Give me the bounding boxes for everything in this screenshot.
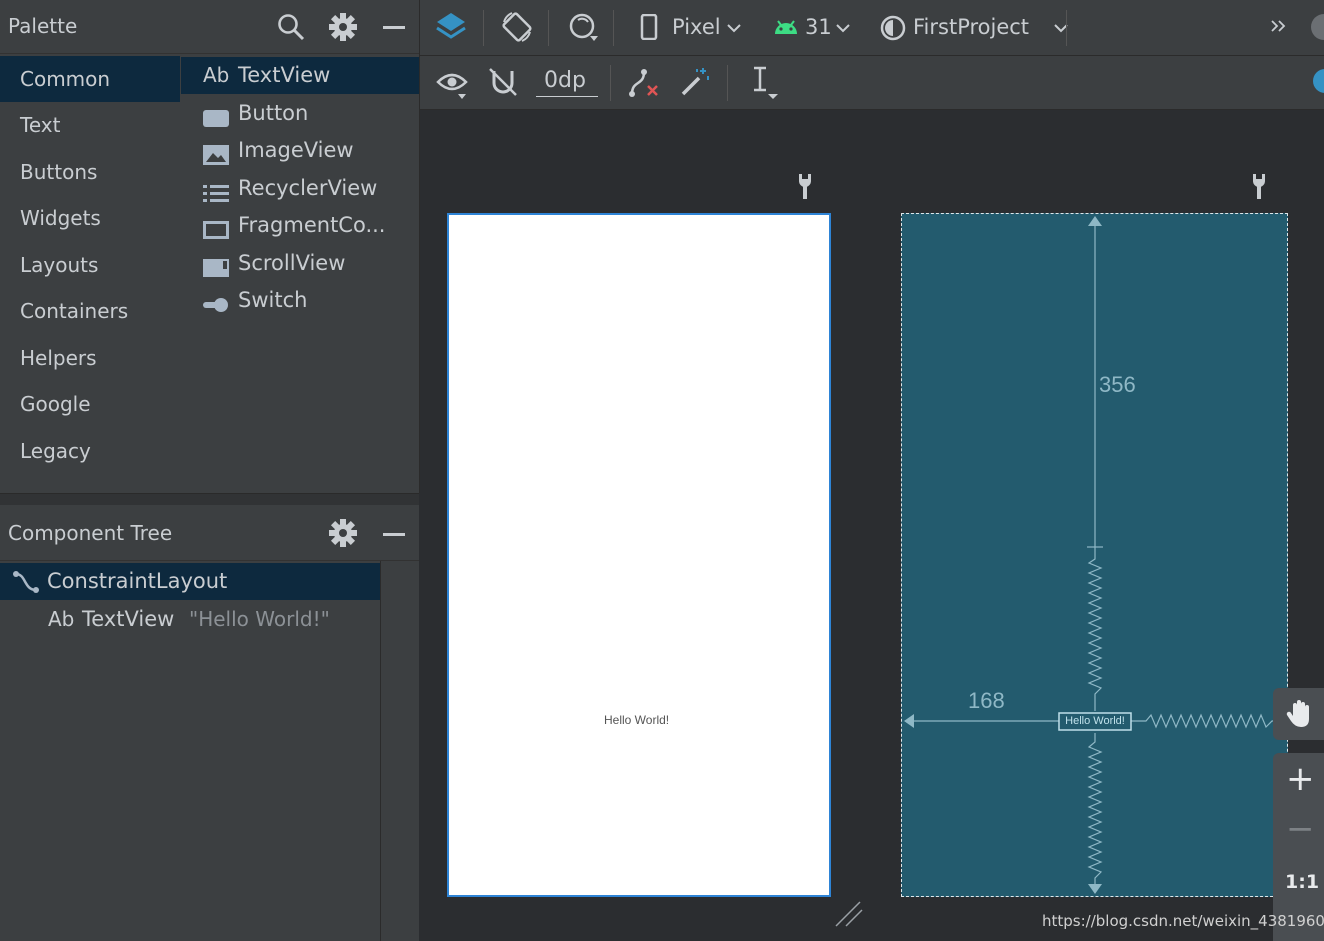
category-google[interactable]: Google [0,381,180,427]
constraint-lines [904,216,1285,894]
tree-child-value: "Hello World!" [189,607,330,631]
palette-item-scrollview[interactable]: ScrollView [181,245,419,282]
constraint-layout-icon [13,571,39,593]
theme-icon [880,15,906,41]
api-label: 31 [805,15,832,39]
tree-root-label: ConstraintLayout [47,569,228,593]
list-icon [203,178,229,202]
component-tree-title: Component Tree [8,521,173,545]
layers-icon[interactable] [434,10,468,44]
left-margin-label: 168 [968,688,1005,713]
component-tree-header: Component Tree [0,505,419,561]
design-preview[interactable]: Hello World! [447,213,831,897]
minimize-icon[interactable] [383,533,405,536]
hand-icon [1286,700,1309,727]
android-icon [775,20,797,34]
search-icon[interactable] [276,12,306,42]
scroll-icon [203,253,229,277]
palette-title: Palette [8,14,78,38]
more-icon[interactable] [1269,18,1287,34]
category-layouts[interactable]: Layouts [0,242,180,288]
top-margin-label: 356 [1099,372,1136,397]
palette-item-button[interactable]: Button [181,95,419,132]
watermark-url: https://blog.csdn.net/weixin_43819602 [1042,912,1324,930]
palette-item-fragmentcontainer[interactable]: FragmentCo... [181,207,419,244]
magic-wand-icon[interactable] [679,66,711,98]
constraint-toolbar: 0dp [420,56,1324,110]
tree-row-constraintlayout[interactable]: ConstraintLayout [0,563,380,600]
separator [1066,10,1067,46]
gear-icon[interactable] [329,13,357,41]
category-buttons[interactable]: Buttons [0,149,180,195]
palette-item-label: RecyclerView [238,176,378,200]
separator [610,65,611,101]
palette-item-textview[interactable]: Ab TextView [181,57,419,94]
night-mode-icon[interactable] [568,12,600,44]
default-margin-value: 0dp [544,68,586,93]
resize-handle-icon[interactable] [834,900,864,928]
device-label: Pixel [672,15,721,39]
palette-item-label: ScrollView [238,251,346,275]
zoom-in-button[interactable]: + [1286,759,1315,799]
clear-constraints-icon[interactable] [626,66,660,100]
wrench-icon[interactable] [796,172,814,200]
switch-icon [203,290,229,312]
separator [727,65,728,101]
gear-icon[interactable] [329,519,357,547]
blueprint-preview[interactable]: 356 168 Hello World! [901,213,1288,897]
separator [613,10,614,46]
design-toolbar: Pixel 31 FirstProject [420,0,1324,56]
category-text[interactable]: Text [0,102,180,148]
chevron-down-icon [727,24,741,33]
palette-item-recyclerview[interactable]: RecyclerView [181,170,419,207]
category-containers[interactable]: Containers [0,288,180,334]
pan-button[interactable] [1273,688,1324,740]
info-icon[interactable] [1313,69,1324,93]
palette-item-label: TextView [238,63,331,87]
ab-text-icon: Ab [48,607,75,631]
guidelines-icon[interactable] [748,66,780,100]
component-tree-list: ConstraintLayout Ab TextView "Hello Worl… [0,561,381,941]
separator [548,10,549,46]
category-widgets[interactable]: Widgets [0,195,180,241]
theme-label: FirstProject [913,15,1030,39]
palette-item-label: Switch [238,288,308,312]
zoom-out-button[interactable]: − [1286,809,1315,849]
button-icon [203,103,229,127]
rotate-icon[interactable] [500,10,534,44]
eye-icon[interactable] [436,68,470,100]
chevron-down-icon [836,24,850,33]
phone-icon [640,14,658,40]
category-helpers[interactable]: Helpers [0,335,180,381]
separator [483,10,484,46]
zoom-fit-button[interactable]: 1:1 [1285,871,1319,893]
palette-header: Palette [0,0,419,54]
palette-item-label: ImageView [238,138,354,162]
status-icon[interactable] [1311,14,1324,40]
default-margin-field[interactable]: 0dp [536,66,598,97]
wrench-icon[interactable] [1250,172,1268,200]
category-legacy[interactable]: Legacy [0,428,180,474]
palette-item-label: FragmentCo... [238,213,386,237]
fragment-icon [203,215,229,239]
ab-text-icon: Ab [203,63,230,87]
palette-item-switch[interactable]: Switch [181,282,419,319]
palette-item-label: Button [238,101,309,125]
minimize-icon[interactable] [383,26,405,29]
blueprint-textview[interactable]: Hello World! [1059,713,1131,730]
tree-child-label: TextView [82,607,175,631]
tree-row-textview[interactable]: Ab TextView "Hello World!" [0,601,380,638]
hello-world-text[interactable]: Hello World! [604,713,669,727]
category-common[interactable]: Common [0,56,180,102]
autoconnect-off-icon[interactable] [488,67,518,97]
image-icon [203,140,229,165]
palette-item-imageview[interactable]: ImageView [181,132,419,169]
